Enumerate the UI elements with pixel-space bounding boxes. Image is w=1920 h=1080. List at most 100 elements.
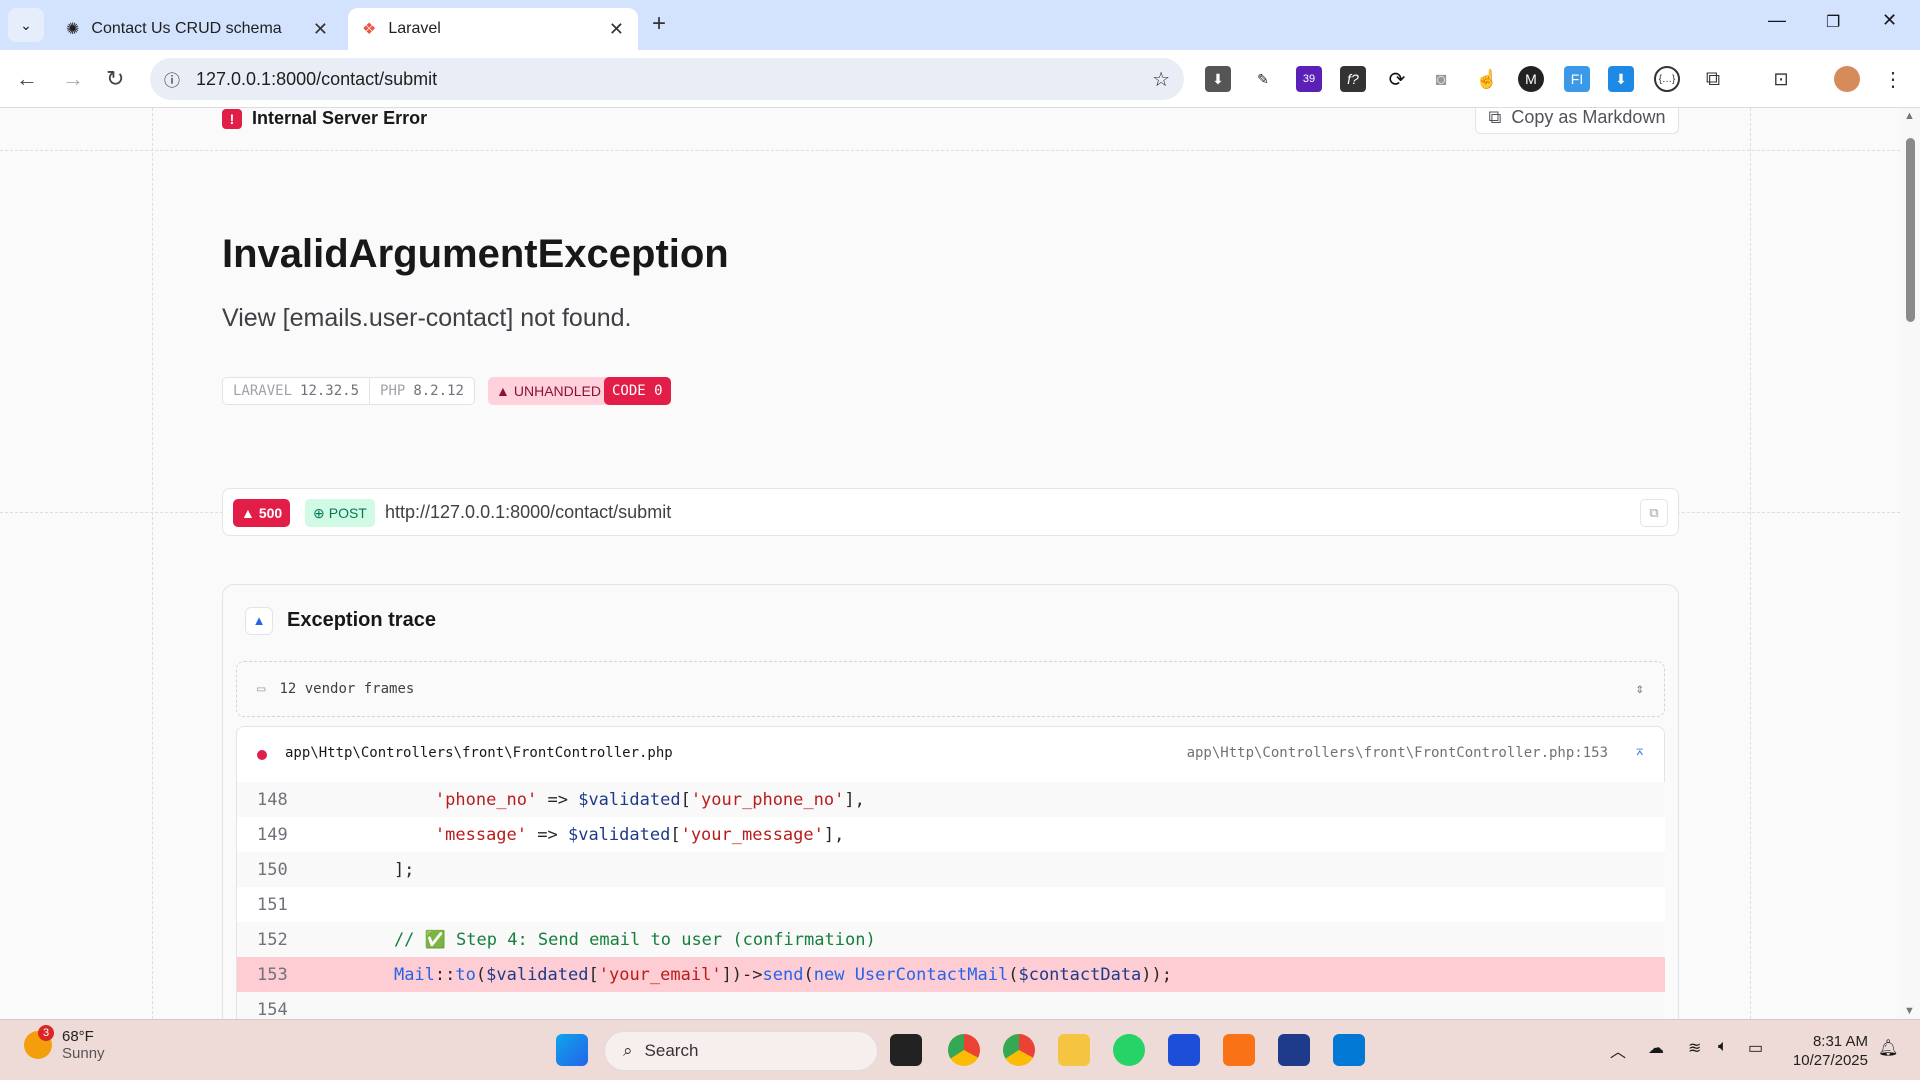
line-number: 149 <box>257 824 288 845</box>
extension-badge-icon[interactable]: 39 <box>1296 66 1322 92</box>
reload-icon[interactable]: ↻ <box>106 66 124 92</box>
sun-icon: 3 <box>24 1025 54 1059</box>
collapse-icon[interactable]: ⌅ <box>1636 743 1644 759</box>
warning-icon: ▲ <box>241 505 255 521</box>
vscode-icon[interactable] <box>1333 1034 1365 1066</box>
wifi-icon[interactable]: ≋ <box>1688 1038 1701 1058</box>
onedrive-icon[interactable]: ☁ <box>1648 1038 1664 1058</box>
line-number: 150 <box>257 859 288 880</box>
store-icon[interactable] <box>1168 1034 1200 1066</box>
hand-pointer-icon[interactable]: ☝ <box>1474 66 1500 92</box>
weather-widget[interactable]: 3 68°F Sunny <box>24 1025 105 1062</box>
tab-search-button[interactable]: ⌄ <box>8 8 44 42</box>
frame-header[interactable]: app\Http\Controllers\front\FrontControll… <box>237 727 1664 782</box>
warning-icon: ▲ <box>496 383 510 399</box>
site-info-icon[interactable]: ⓘ <box>164 67 180 91</box>
line-code: Mail::to($validated['your_email'])->send… <box>393 964 1173 985</box>
volume-icon[interactable]: 🔈︎ <box>1718 1038 1728 1056</box>
frame-location: app\Http\Controllers\front\FrontControll… <box>1186 745 1608 761</box>
request-url: http://127.0.0.1:8000/contact/submit <box>385 502 672 522</box>
vendor-frames-toggle[interactable]: ▭ 12 vendor frames ⇕ <box>236 661 1665 717</box>
extension-download-icon[interactable]: ⬇ <box>1205 66 1231 92</box>
unhandled-badge: ▲ UNHANDLED <box>488 377 609 405</box>
copy-url-button[interactable]: ⧉ <box>1640 499 1668 527</box>
start-button[interactable] <box>556 1034 588 1066</box>
status-code: 500 <box>258 505 283 521</box>
tab-contact-us[interactable]: ✺ Contact Us CRUD schema ✕ <box>52 8 342 50</box>
method-badge: ⊕ POST <box>305 499 375 527</box>
chatgpt-icon: ✺ <box>66 21 80 38</box>
notification-bell-icon[interactable]: 🔔︎ <box>1878 1038 1898 1058</box>
scrollbar-thumb[interactable] <box>1906 138 1915 322</box>
battery-icon[interactable]: ▭ <box>1748 1038 1763 1058</box>
address-bar[interactable]: ⓘ 127.0.0.1:8000/contact/submit ☆ <box>150 58 1184 100</box>
status-header: ! Internal Server Error <box>222 108 427 129</box>
status-label: Internal Server Error <box>252 108 428 128</box>
new-tab-button[interactable]: + <box>652 10 666 38</box>
folder-icon: ▭ <box>257 681 266 697</box>
xampp-icon[interactable] <box>1223 1034 1255 1066</box>
vendor-frames-label: 12 vendor frames <box>279 681 415 697</box>
minimize-button[interactable]: — <box>1768 10 1786 31</box>
request-bar: ▲ 500 ⊕ POST http://127.0.0.1:8000/contact… <box>222 488 1679 536</box>
laravel-version: 12.32.5 <box>300 383 360 399</box>
scrollbar[interactable]: ▲ ▼ <box>1900 108 1920 1019</box>
version-badge: LARAVEL 12.32.5 PHP 8.2.12 <box>222 377 475 405</box>
line-number: 148 <box>257 789 288 810</box>
close-tab-icon[interactable]: ✕ <box>313 19 328 40</box>
error-icon: ! <box>222 108 242 129</box>
unhandled-label: UNHANDLED <box>513 383 601 399</box>
extension-m-icon[interactable]: M <box>1518 66 1544 92</box>
back-icon[interactable]: ← <box>16 66 38 92</box>
code-line: 150 ]; <box>237 852 1665 887</box>
chrome-alt-icon[interactable] <box>1003 1034 1035 1066</box>
sync-icon[interactable]: ⟳ <box>1384 66 1410 92</box>
bookmark-star-icon[interactable]: ☆ <box>1152 67 1170 92</box>
screenshot-icon[interactable]: ⊡ <box>1768 66 1794 92</box>
taskbar-search[interactable]: ⌕ Search <box>604 1031 878 1071</box>
search-icon: ⌕ <box>623 1041 633 1060</box>
line-number: 151 <box>257 894 288 915</box>
globe-icon: ⊕ <box>313 504 325 521</box>
scroll-up-icon[interactable]: ▲ <box>1904 110 1915 122</box>
trace-icon: ▲ <box>245 607 273 635</box>
json-icon[interactable]: {…} <box>1654 66 1680 92</box>
line-number: 154 <box>257 999 288 1020</box>
scroll-down-icon[interactable]: ▼ <box>1904 1005 1915 1017</box>
status-code-badge: ▲ 500 <box>233 499 291 527</box>
line-number: 153 <box>257 964 288 985</box>
eyedropper-icon[interactable]: ✎ <box>1250 66 1276 92</box>
file-explorer-icon[interactable] <box>1058 1034 1090 1066</box>
method-label: POST <box>328 505 367 521</box>
font-identify-icon[interactable]: f? <box>1340 66 1366 92</box>
profile-avatar[interactable] <box>1834 66 1860 92</box>
clock[interactable]: 8:31 AM 10/27/2025 <box>1780 1032 1868 1070</box>
tab-laravel[interactable]: ❖ Laravel ✕ <box>348 8 638 50</box>
code-line: 148 'phone_no' => $validated['your_phone… <box>237 782 1665 817</box>
restore-button[interactable]: ❐ <box>1826 12 1840 32</box>
extension-fi-icon[interactable]: FI <box>1564 66 1590 92</box>
download-arrow-icon[interactable]: ⬇ <box>1608 66 1634 92</box>
line-code: // ✅ Step 4: Send email to user (confirm… <box>353 929 876 950</box>
chrome-icon[interactable] <box>948 1034 980 1066</box>
laravel-label: LARAVEL <box>233 383 293 399</box>
close-tab-icon[interactable]: ✕ <box>609 19 624 40</box>
code-line: 151 <box>237 887 1665 922</box>
task-view-icon[interactable] <box>890 1034 922 1066</box>
close-window-button[interactable]: ✕ <box>1882 10 1897 31</box>
extension-badge-count: 39 <box>1302 73 1316 85</box>
copy-icon: ⧉ <box>1488 107 1502 127</box>
exception-trace-card: ▲ Exception trace ▭ 12 vendor frames ⇕ a… <box>222 584 1679 1036</box>
menu-kebab-icon[interactable]: ⋮ <box>1880 66 1906 92</box>
browser-toolbar: ← → ↻ ⓘ 127.0.0.1:8000/contact/submit ☆ … <box>0 50 1920 108</box>
extensions-puzzle-icon[interactable]: ⧉ <box>1700 66 1726 92</box>
php-label: PHP <box>380 383 406 399</box>
tray-chevron-icon[interactable]: ︿ <box>1610 1038 1626 1062</box>
camera-icon[interactable]: ◙ <box>1428 66 1454 92</box>
dev-icon[interactable] <box>1278 1034 1310 1066</box>
whatsapp-icon[interactable] <box>1113 1034 1145 1066</box>
weather-badge: 3 <box>38 1025 54 1041</box>
forward-icon[interactable]: → <box>62 66 84 92</box>
expand-icon: ⇕ <box>1635 681 1644 697</box>
frame-file: app\Http\Controllers\front\FrontControll… <box>285 745 673 761</box>
